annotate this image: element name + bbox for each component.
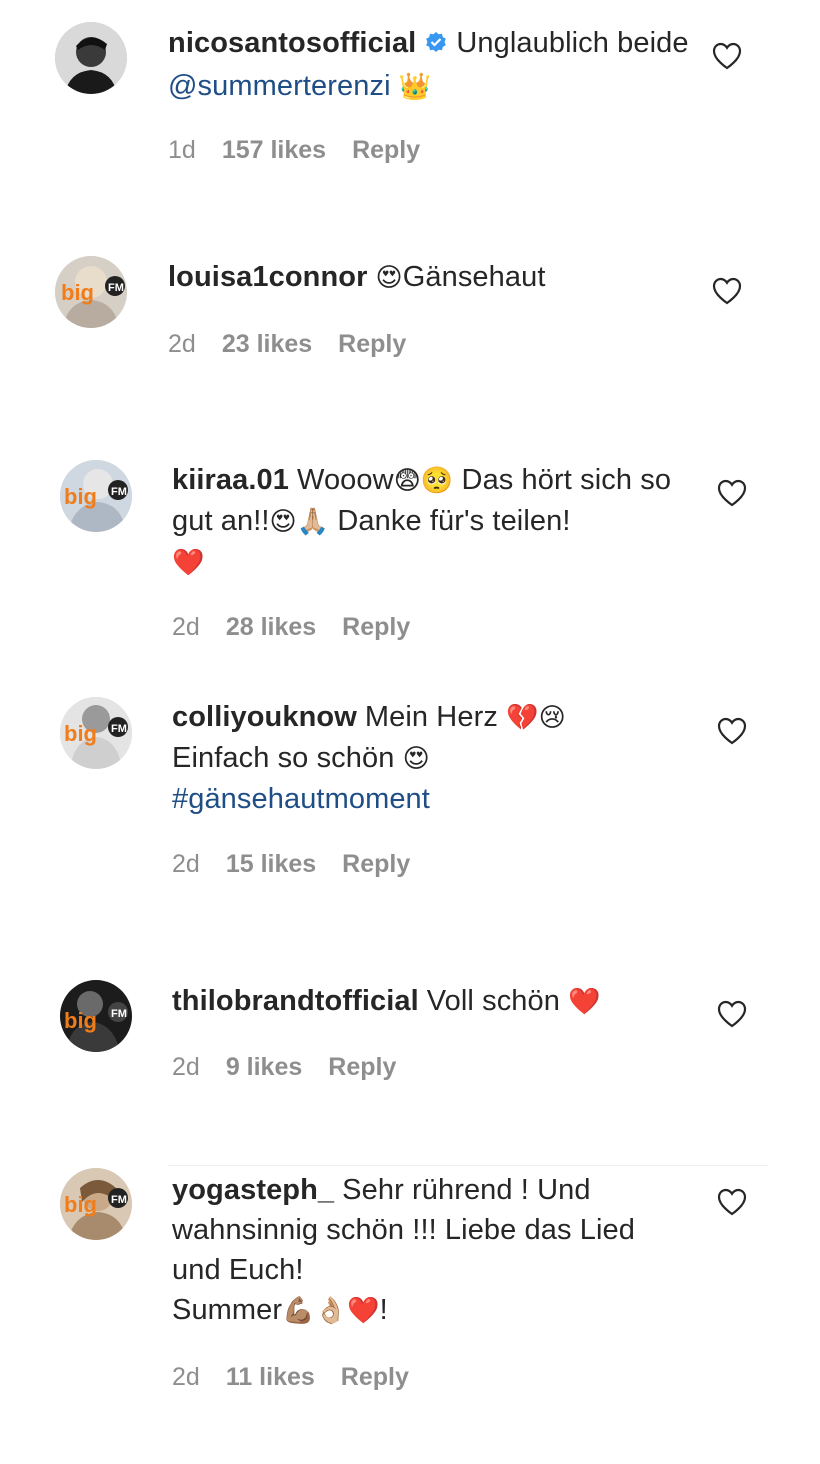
svg-text:big: big — [64, 1008, 97, 1033]
comment-body: colliyouknow Mein Herz 💔😢 Einfach so schön… — [172, 697, 692, 819]
avatar[interactable]: big FM — [60, 980, 132, 1052]
comment-body: louisa1connor 😍Gänsehaut — [168, 257, 708, 298]
avatar[interactable]: big FM — [60, 1168, 132, 1240]
heart-eyes-emoji: 😍 — [402, 744, 430, 774]
likes-count[interactable]: 9 likes — [226, 1053, 302, 1081]
comment-time[interactable]: 2d — [172, 1363, 200, 1391]
heart-outline-icon[interactable] — [717, 479, 747, 507]
svg-text:FM: FM — [111, 486, 127, 498]
comment-time[interactable]: 1d — [168, 136, 196, 164]
avatar[interactable]: big FM — [55, 256, 127, 328]
svg-text:FM: FM — [111, 1008, 127, 1020]
svg-text:big: big — [64, 721, 97, 746]
comment-time[interactable]: 2d — [172, 613, 200, 641]
likes-count[interactable]: 23 likes — [222, 330, 312, 358]
emoji-group: 💪🏽👌🏼❤️ — [282, 1296, 380, 1326]
comment-meta: 2d 9 likes Reply — [172, 1053, 422, 1082]
svg-text:FM: FM — [108, 282, 124, 294]
heart-outline-icon[interactable] — [712, 42, 742, 70]
verified-badge-icon — [424, 26, 448, 66]
comment-username[interactable]: louisa1connor — [168, 261, 368, 293]
comment-meta: 2d 15 likes Reply — [172, 850, 436, 879]
comment-time[interactable]: 2d — [168, 330, 196, 358]
comment-body: kiiraa.01 Wooow😨🥺 Das hört sich so gut an… — [172, 460, 692, 583]
emoji-group: 😨🥺 — [393, 466, 454, 496]
comment-meta: 2d 11 likes Reply — [172, 1363, 435, 1392]
likes-count[interactable]: 15 likes — [226, 850, 316, 878]
reply-button[interactable]: Reply — [342, 613, 410, 641]
svg-text:big: big — [64, 484, 97, 509]
comment-time[interactable]: 2d — [172, 850, 200, 878]
avatar[interactable]: big FM — [60, 697, 132, 769]
comment-time[interactable]: 2d — [172, 1053, 200, 1081]
comment-meta: 1d 157 likes Reply — [168, 136, 446, 165]
reply-button[interactable]: Reply — [352, 136, 420, 164]
comment-text: ! — [379, 1294, 388, 1326]
comment-text: Danke für's teilen! — [329, 505, 571, 537]
comment-text: Voll schön — [426, 985, 569, 1017]
svg-text:FM: FM — [111, 1194, 127, 1206]
comment-meta: 2d 28 likes Reply — [172, 613, 436, 642]
heart-outline-icon[interactable] — [717, 717, 747, 745]
svg-text:big: big — [64, 1192, 97, 1217]
comment-meta: 2d 23 likes Reply — [168, 330, 432, 359]
svg-text:FM: FM — [111, 723, 127, 735]
svg-text:big: big — [61, 280, 94, 305]
mention-link[interactable]: @summerterenzi — [168, 70, 391, 102]
comment-body: yogasteph_ Sehr rührend ! Und wahnsinnig … — [172, 1170, 672, 1331]
comment-username[interactable]: nicosantosofficial — [168, 27, 416, 59]
heart-eyes-emoji: 😍 — [375, 263, 403, 293]
comment-username[interactable]: thilobrandtofficial — [172, 985, 419, 1017]
reply-button[interactable]: Reply — [328, 1053, 396, 1081]
emoji-group: 😍🙏🏼 — [269, 507, 330, 537]
likes-count[interactable]: 157 likes — [222, 136, 326, 164]
comment-text: Wooow — [297, 464, 394, 496]
hashtag-link[interactable]: #gänsehautmoment — [172, 783, 430, 815]
comment-text: Gänsehaut — [402, 261, 546, 293]
comment-text: Summer — [172, 1294, 283, 1326]
heart-outline-icon[interactable] — [717, 1000, 747, 1028]
likes-count[interactable]: 11 likes — [226, 1363, 315, 1391]
divider — [168, 1165, 768, 1166]
comment-username[interactable]: yogasteph_ — [172, 1174, 334, 1206]
comment-username[interactable]: colliyouknow — [172, 701, 357, 733]
likes-count[interactable]: 28 likes — [226, 613, 316, 641]
avatar[interactable] — [55, 22, 127, 94]
crown-emoji: 👑 — [398, 72, 432, 102]
comment-body: nicosantosofficial Unglaublich beide @sum… — [168, 23, 708, 107]
reply-button[interactable]: Reply — [342, 850, 410, 878]
red-heart-emoji: ❤️ — [568, 987, 601, 1017]
red-heart-emoji: ❤️ — [172, 548, 205, 578]
comment-body: thilobrandtofficial Voll schön ❤️ — [172, 981, 712, 1022]
reply-button[interactable]: Reply — [338, 330, 406, 358]
reply-button[interactable]: Reply — [341, 1363, 409, 1391]
avatar[interactable]: big FM — [60, 460, 132, 532]
emoji-group: 💔😢 — [506, 703, 566, 733]
comment-text: Unglaublich beide — [456, 27, 689, 59]
comment-text: Einfach so schön — [172, 742, 403, 774]
heart-outline-icon[interactable] — [717, 1188, 747, 1216]
comment-username[interactable]: kiiraa.01 — [172, 464, 289, 496]
heart-outline-icon[interactable] — [712, 277, 742, 305]
comment-text: Mein Herz — [364, 701, 507, 733]
